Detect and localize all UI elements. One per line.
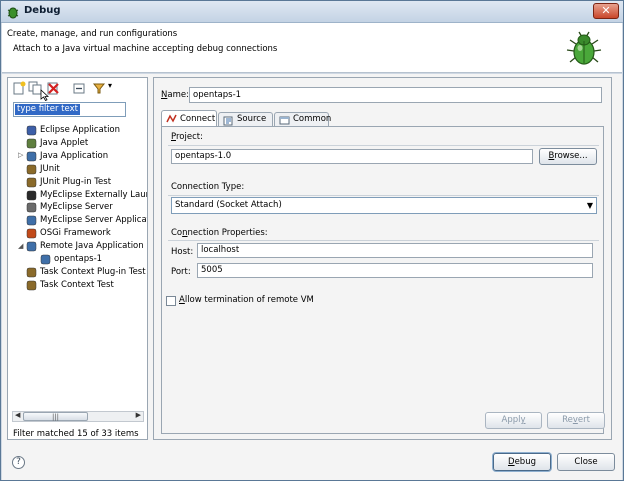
allow-termination-label[interactable]: Allow termination of remote VM — [179, 295, 314, 305]
server-app-icon — [26, 216, 37, 226]
junit-icon — [26, 164, 37, 174]
launch-config-tree[interactable]: ▷ ◢ Eclipse Application Java Applet Java A… — [8, 122, 147, 410]
java-app-icon — [26, 151, 37, 162]
server-icon — [26, 203, 37, 213]
project-label: Project: — [171, 132, 203, 142]
header-description: Attach to a Java virtual machine accepti… — [13, 44, 278, 54]
tree-item-label: Java Applet — [40, 137, 89, 148]
remote-java-icon — [26, 241, 37, 252]
close-button[interactable]: Close — [557, 453, 615, 471]
filter-status: Filter matched 15 of 33 items — [13, 429, 139, 439]
name-field[interactable]: opentaps-1 — [189, 87, 602, 103]
tree-item-label: Task Context Plug-in Test — [40, 266, 146, 277]
tree-item-label: JUnit — [40, 163, 60, 174]
config-toolbar: ▾ — [8, 78, 147, 101]
filter-input-text: type filter text — [15, 104, 80, 115]
config-icon — [40, 254, 51, 265]
title-bar[interactable]: Debug ✕ — [1, 1, 623, 23]
connect-tab-content: Project: opentaps-1.0 Browse... Connecti… — [161, 126, 604, 434]
eclipse-icon — [26, 125, 37, 136]
config-tabs: Connect Source Common — [161, 110, 601, 127]
osgi-icon — [26, 228, 37, 239]
host-label: Host: — [171, 247, 194, 257]
debug-dialog: Debug ✕ Create, manage, and run configur… — [0, 0, 624, 481]
port-label: Port: — [171, 267, 191, 277]
window-close-button[interactable]: ✕ — [593, 3, 619, 19]
tree-item-label: MyEclipse Externally Launc — [40, 189, 147, 200]
expand-java-app-icon[interactable]: ▷ — [18, 151, 23, 159]
scrollbar-thumb[interactable]: ||| — [23, 412, 88, 421]
scroll-right-icon[interactable]: ▶ — [136, 411, 141, 419]
allow-termination-checkbox[interactable] — [166, 296, 176, 306]
connection-type-select[interactable]: Standard (Socket Attach) ▼ — [171, 197, 597, 214]
port-field[interactable]: 5005 — [197, 263, 593, 278]
launch-config-panel: ▾ type filter text ▷ ◢ Eclipse Applicati… — [7, 77, 148, 440]
tab-common[interactable]: Common — [274, 112, 332, 127]
project-field[interactable]: opentaps-1.0 — [171, 149, 533, 164]
connection-type-group-line — [168, 195, 599, 196]
chevron-down-icon: ▼ — [586, 201, 593, 210]
tab-source-label: Source — [237, 114, 267, 124]
connection-type-label: Connection Type: — [171, 182, 245, 192]
task-test-icon — [26, 280, 37, 291]
config-editor-panel: Name: opentaps-1 Connect Source Common P… — [153, 77, 612, 440]
apply-button[interactable]: Apply — [485, 412, 542, 429]
tab-common-label: Common — [293, 114, 332, 124]
tree-horizontal-scrollbar[interactable]: ◀ ||| ▶ — [12, 411, 144, 422]
dialog-body: ▾ type filter text ▷ ◢ Eclipse Applicati… — [2, 74, 622, 480]
header-title: Create, manage, and run configurations — [7, 29, 178, 39]
host-field[interactable]: localhost — [197, 243, 593, 258]
tree-item-label: Remote Java Application — [40, 241, 144, 252]
window-title: Debug — [24, 5, 61, 16]
scroll-left-icon[interactable]: ◀ — [15, 411, 20, 419]
external-launch-icon — [26, 190, 37, 200]
tree-item-label: Task Context Test — [40, 279, 114, 290]
mouse-cursor-icon — [40, 89, 50, 101]
tab-connect[interactable]: Connect — [161, 110, 217, 127]
tree-item-label: Java Application — [40, 150, 109, 161]
filter-icon[interactable] — [92, 81, 106, 95]
debug-button[interactable]: Debug — [493, 453, 551, 471]
connection-type-value: Standard (Socket Attach) — [175, 200, 282, 210]
filter-input[interactable]: type filter text — [13, 102, 126, 117]
tree-item-label: MyEclipse Server Applicati — [40, 215, 147, 226]
connection-props-label: Connection Properties: — [171, 228, 268, 238]
revert-button[interactable]: Revert — [547, 412, 605, 429]
project-group-line — [168, 145, 599, 146]
collapse-remote-java-icon[interactable]: ◢ — [18, 242, 23, 250]
filter-dropdown-icon[interactable]: ▾ — [108, 81, 112, 90]
collapse-all-icon[interactable] — [72, 81, 86, 95]
debug-bug-icon — [7, 7, 19, 19]
task-plugin-icon — [26, 267, 37, 278]
new-config-icon[interactable] — [12, 81, 26, 95]
name-label: Name: — [161, 90, 189, 100]
source-icon — [223, 116, 233, 126]
dialog-header: Create, manage, and run configurations A… — [2, 23, 622, 73]
applet-icon — [26, 138, 37, 149]
tree-item-label: MyEclipse Server — [40, 202, 113, 213]
tab-source[interactable]: Source — [218, 112, 273, 127]
tree-item-label: opentaps-1 — [54, 254, 103, 264]
tab-connect-label: Connect — [180, 114, 216, 124]
tree-item-label: Eclipse Application — [40, 125, 121, 135]
large-bug-icon — [566, 31, 602, 65]
browse-button[interactable]: Browse... — [539, 148, 597, 165]
tree-item-label: JUnit Plug-in Test — [40, 176, 112, 187]
tree-item-label: OSGi Framework — [40, 228, 111, 239]
junit-plugin-icon — [26, 177, 37, 187]
connect-icon — [166, 114, 177, 123]
common-icon — [279, 116, 290, 125]
help-icon[interactable]: ? — [12, 456, 25, 469]
connection-props-group-line — [168, 240, 599, 241]
